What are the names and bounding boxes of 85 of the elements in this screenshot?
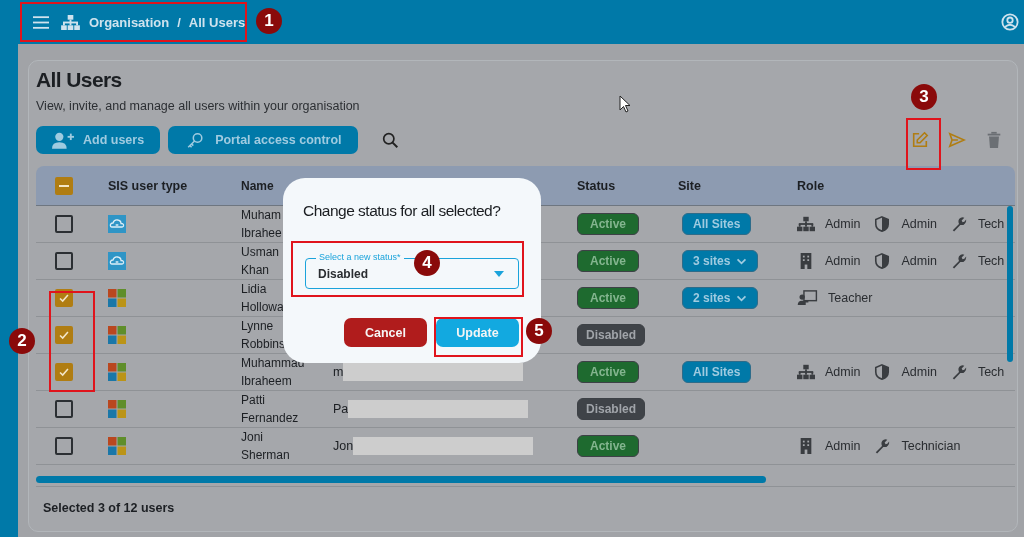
column-header: Site [677, 178, 702, 193]
windows-logo-icon [108, 400, 126, 418]
user-name: Patti [241, 392, 266, 409]
portal-access-button[interactable]: Portal access control [168, 126, 358, 154]
row-checkbox[interactable] [55, 363, 73, 381]
cursor-icon [619, 95, 631, 113]
cloud-icon [108, 252, 126, 270]
role-label: Admin [901, 365, 937, 379]
page-title: All Users [36, 67, 123, 93]
row-checkbox[interactable] [55, 400, 73, 418]
breadcrumb-current: All Users [188, 14, 246, 30]
teacher-icon [797, 290, 818, 306]
dialog-title: Change status for all selected? [303, 202, 502, 220]
row-checkbox[interactable] [55, 437, 73, 455]
shield-icon [873, 364, 892, 380]
role-label: Admin [825, 254, 861, 268]
user-name: Lynne [241, 318, 275, 335]
highlight-frame [906, 118, 941, 170]
breadcrumb-link[interactable]: Organisation [89, 14, 170, 30]
cancel-button[interactable]: Cancel [344, 318, 427, 347]
horizontal-scrollbar[interactable] [36, 476, 766, 483]
user-name: Ibrahee [241, 225, 283, 242]
windows-logo-icon [108, 326, 126, 344]
user-name: Ibraheem [241, 373, 293, 390]
hierarchy-icon [797, 216, 815, 232]
status-badge: Active [577, 250, 640, 272]
role-label: Teacher [828, 291, 873, 305]
breadcrumb-separator: / [177, 14, 181, 30]
search-icon[interactable] [381, 131, 399, 149]
role-label: Tech [977, 217, 1005, 231]
status-badge: Active [577, 213, 640, 235]
caret-icon [494, 271, 504, 277]
select-all-checkbox[interactable] [55, 176, 73, 195]
site-chip[interactable]: 3 sites [682, 250, 759, 272]
role-label: Admin [901, 217, 937, 231]
role-label: Admin [901, 254, 937, 268]
windows-logo-icon [108, 289, 126, 307]
shield-icon [873, 253, 892, 269]
status-badge: Active [577, 361, 640, 383]
column-header: SIS user type [107, 178, 189, 193]
status-badge: Active [577, 435, 640, 457]
role-label: Technician [901, 439, 961, 453]
cloud-icon [108, 215, 126, 233]
role-label: Admin [825, 365, 861, 379]
user-name: Hollowa [241, 299, 285, 316]
vertical-scrollbar[interactable] [1007, 206, 1013, 362]
site-chip[interactable]: All Sites [682, 213, 752, 235]
column-header: Name [240, 177, 275, 195]
add-person-icon [52, 131, 74, 149]
update-button[interactable]: Update [436, 318, 519, 347]
email-text: m [333, 365, 344, 379]
status-badge: Disabled [577, 398, 645, 420]
hierarchy-icon [797, 364, 815, 380]
role-label: Admin [825, 439, 861, 453]
windows-logo-icon [108, 363, 126, 381]
account-icon[interactable] [1001, 13, 1019, 31]
user-name: Sherman [241, 447, 291, 464]
page-subtitle: View, invite, and manage all users within your organisation [36, 99, 360, 113]
row-checkbox[interactable] [55, 252, 73, 270]
row-checkbox[interactable] [55, 326, 73, 344]
user-name: Lidia [241, 281, 268, 298]
windows-logo-icon [108, 437, 126, 455]
shield-icon [873, 216, 892, 232]
user-name: Robbins [241, 336, 287, 353]
menu-icon[interactable] [33, 15, 49, 29]
user-name: Joni [241, 429, 264, 446]
column-header: Role [796, 178, 826, 193]
role-label: Tech [977, 254, 1005, 268]
email-text: Pa [333, 402, 349, 416]
status-badge: Active [577, 287, 640, 309]
site-chip[interactable]: All Sites [682, 361, 752, 383]
status-badge: Disabled [577, 324, 645, 346]
chevron-down-icon [736, 294, 748, 302]
column-header: Status [576, 178, 617, 193]
chevron-down-icon [736, 257, 748, 265]
role-label: Admin [825, 217, 861, 231]
user-name: Fernandez [241, 410, 300, 427]
hierarchy-icon [61, 14, 80, 30]
role-label: Tech [977, 365, 1005, 379]
site-chip[interactable]: 2 sites [682, 287, 759, 309]
add-users-button[interactable]: Add users [36, 126, 161, 154]
selection-count: Selected 3 of 12 users [43, 501, 175, 515]
wrench-icon [873, 438, 892, 454]
row-checkbox[interactable] [55, 215, 73, 233]
email-text: Jon [333, 439, 354, 453]
